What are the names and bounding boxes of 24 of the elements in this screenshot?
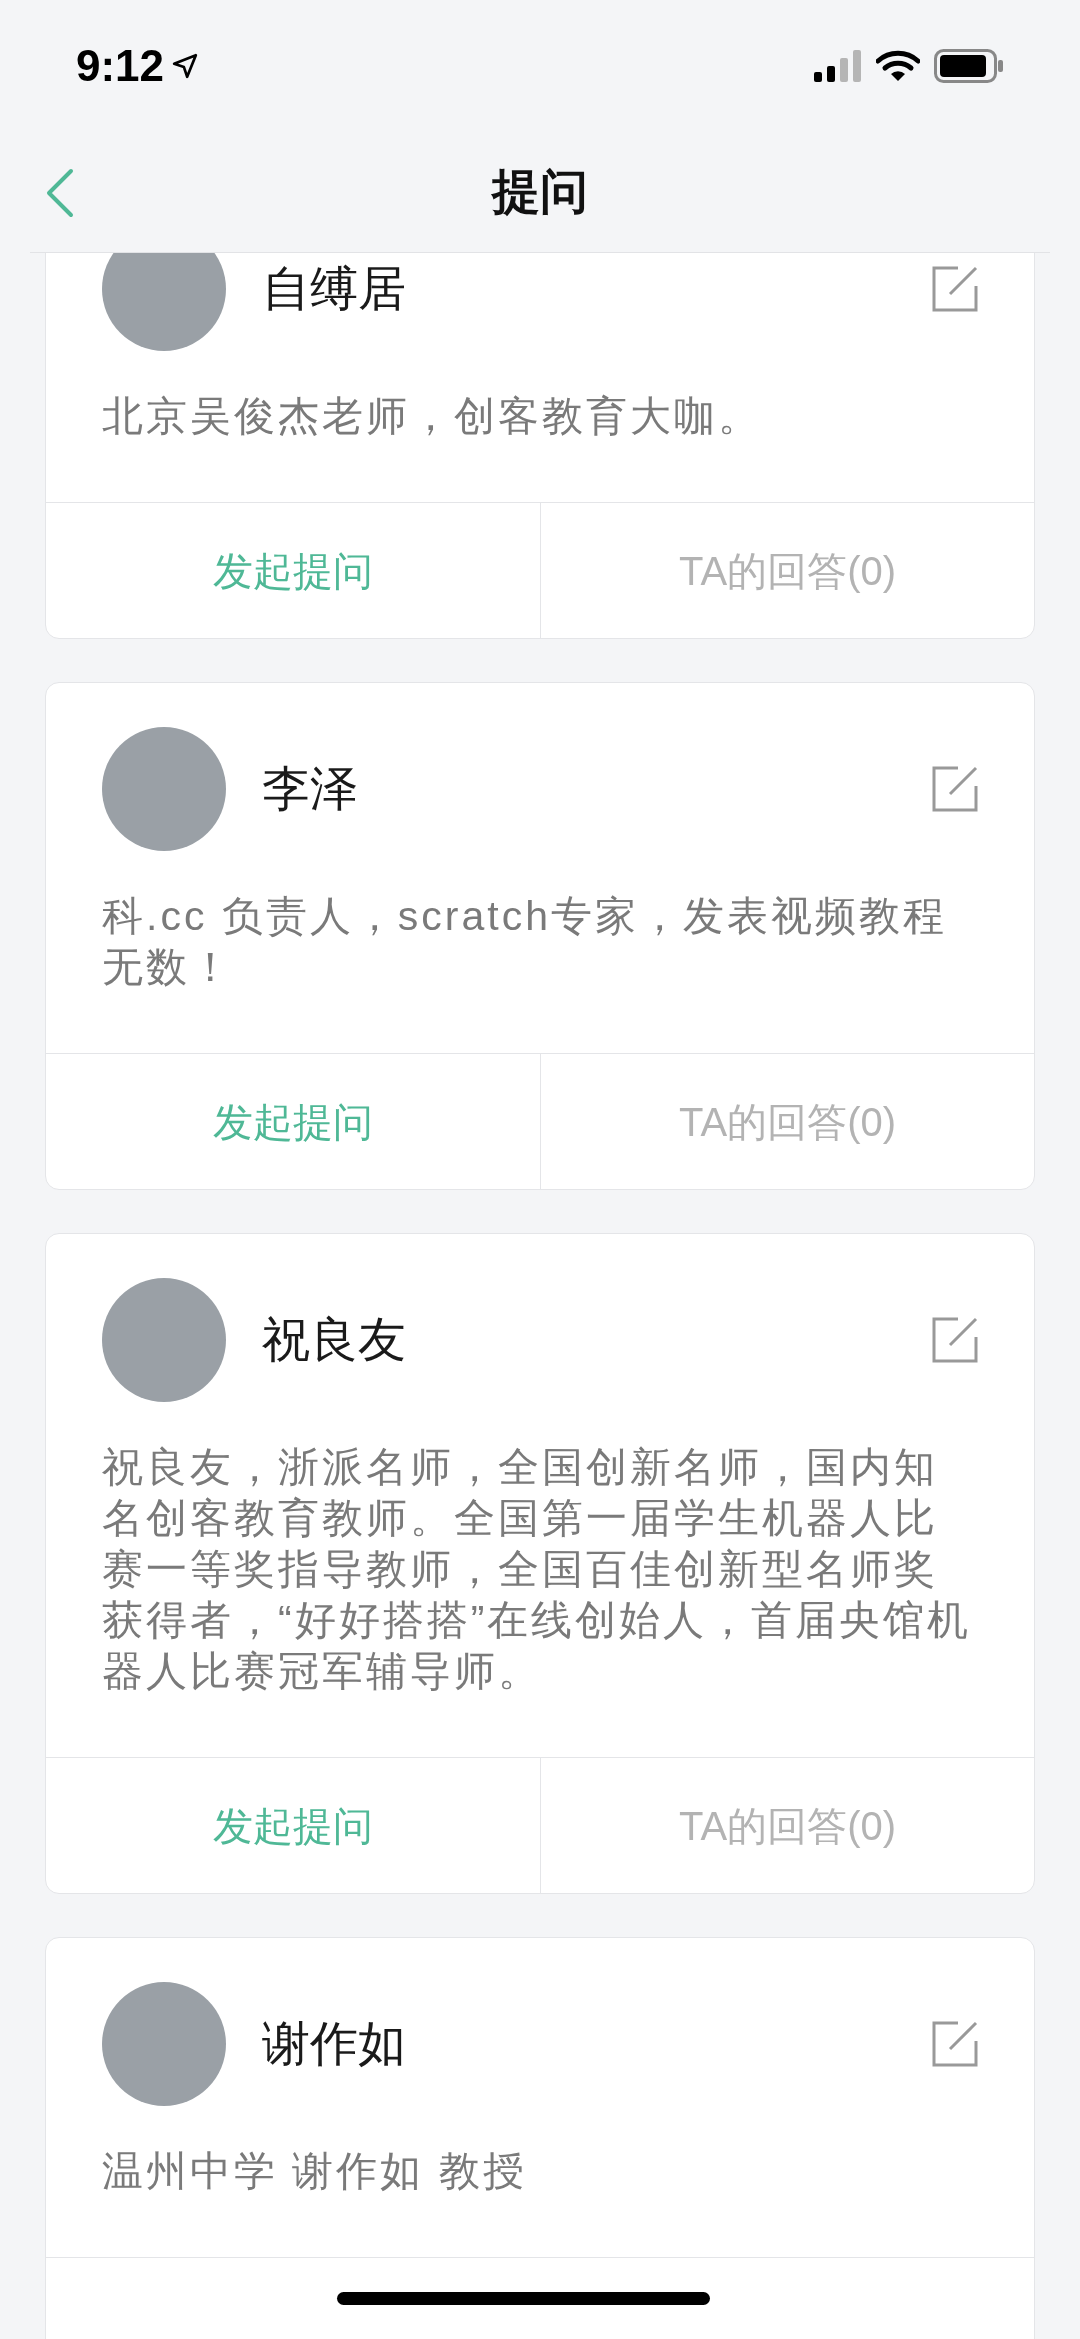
expert-name: 李泽: [262, 761, 359, 817]
expert-name: 自缚居: [262, 261, 407, 317]
edit-icon[interactable]: [932, 266, 978, 312]
ask-button[interactable]: 发起提问: [46, 1758, 540, 1893]
ask-button[interactable]: 发起提问: [46, 503, 540, 638]
edit-icon[interactable]: [932, 766, 978, 812]
expert-description: 温州中学 谢作如 教授: [102, 2147, 528, 2196]
expert-name: 谢作如: [262, 2016, 407, 2072]
signal-icon: [814, 50, 862, 82]
edit-icon[interactable]: [932, 1317, 978, 1363]
location-arrow-icon: [172, 53, 199, 79]
status-time: 9:12: [76, 40, 165, 92]
ask-button[interactable]: 发起提问: [46, 1054, 540, 1189]
edit-icon[interactable]: [932, 2021, 978, 2067]
expert-name: 祝良友: [262, 1312, 407, 1368]
expert-description: 祝良友，浙派名师，全国创新名师，国内知名创客教育教师。全国第一届学生机器人比赛一等奖指导教师，全国百佳创新型名师奖获得者，“好好搭搭”在线创始人，首届央馆机器人比赛冠军辅导师。: [102, 1443, 973, 1696]
page-title: 提问: [492, 164, 588, 220]
answers-button[interactable]: TA的回答(0): [540, 1758, 1034, 1893]
expert-description: 科.cc 负责人，scratch专家，发表视频教程无数！: [102, 892, 948, 992]
battery-icon: [934, 49, 1004, 83]
answers-button[interactable]: TA的回答(0): [540, 503, 1034, 638]
wifi-icon: [876, 50, 920, 82]
expert-description: 北京吴俊杰老师，创客教育大咖。: [102, 392, 763, 441]
answers-button[interactable]: TA的回答(0): [540, 1054, 1034, 1189]
